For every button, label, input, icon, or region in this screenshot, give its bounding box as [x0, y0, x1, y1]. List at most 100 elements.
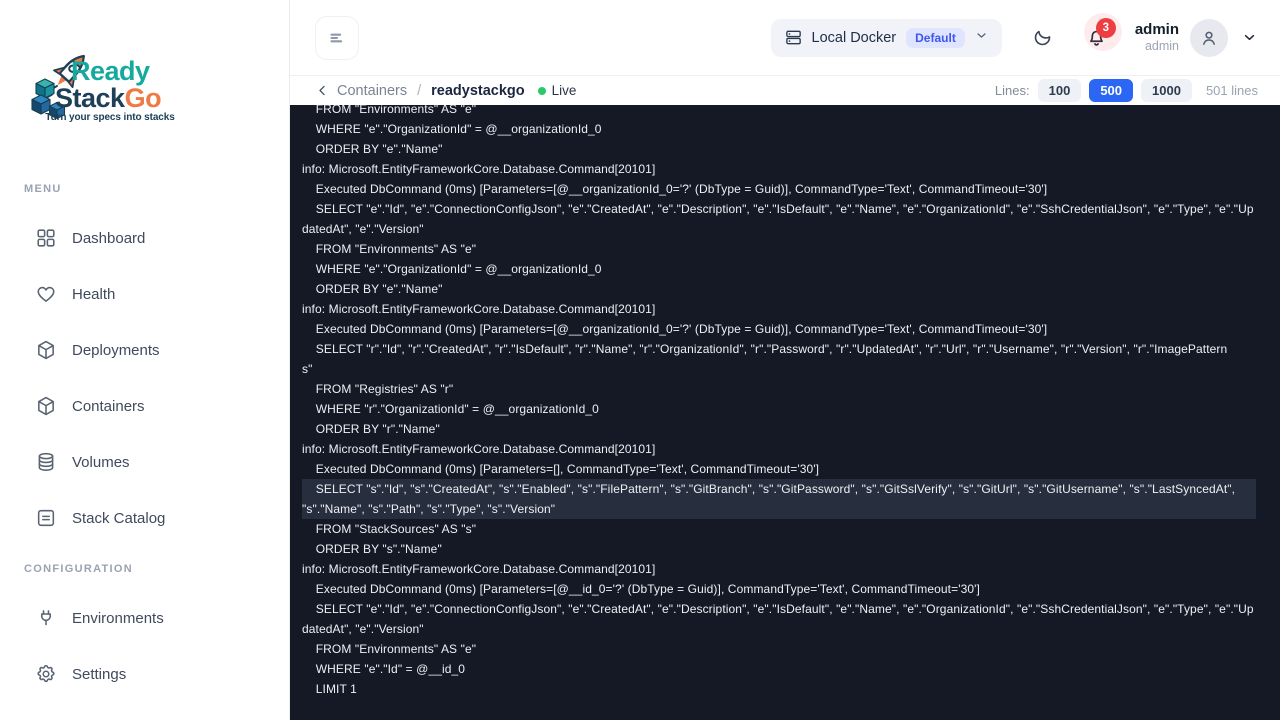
sidebar-item-label: Stack Catalog [72, 509, 166, 527]
sidebar-item-label: Containers [72, 397, 145, 415]
user-role: admin [1144, 39, 1179, 53]
log-line: info: Microsoft.EntityFrameworkCore.Data… [302, 162, 656, 176]
user-name: admin [1134, 21, 1179, 38]
log-line: FROM "Registries" AS "r" [302, 382, 454, 396]
sidebar-item-stack-catalog[interactable]: Stack Catalog [0, 490, 289, 546]
sidebar-section-label-menu: MENU [24, 183, 62, 195]
log-line: datedAt", "e"."Version" [302, 222, 424, 236]
log-line: SELECT "e"."Id", "e"."ConnectionConfigJs… [302, 602, 1254, 616]
brand-name-go: Go [124, 83, 162, 113]
log-line: Executed DbCommand (0ms) [Parameters=[],… [302, 462, 820, 476]
back-button[interactable] [315, 83, 330, 98]
log-line: FROM "Environments" AS "e" [302, 642, 477, 656]
sidebar-item-settings[interactable]: Settings [0, 646, 289, 702]
chevron-down-icon [974, 28, 989, 48]
chevron-down-icon [1244, 34, 1255, 41]
log-line: ORDER BY "e"."Name" [302, 142, 443, 156]
sidebar: Ready StackGo Turn your specs into stack… [0, 0, 290, 720]
notifications-button[interactable]: 3 [1083, 13, 1122, 51]
cube-icon [34, 394, 58, 418]
lines-selector: Lines: 100 500 1000 501 lines [995, 79, 1258, 102]
top-header: Local Docker Default 3 admin admin [290, 0, 1280, 76]
live-status-label: Live [551, 83, 577, 98]
sidebar-item-environments[interactable]: Environments [0, 590, 289, 646]
sidebar-item-label: Dashboard [72, 229, 146, 247]
lines-buttons: 100 500 1000 [1037, 79, 1192, 102]
gear-icon [34, 662, 58, 686]
plug-icon [34, 606, 58, 630]
log-line: ORDER BY "e"."Name" [302, 282, 443, 296]
database-icon [34, 450, 58, 474]
log-line: info: Microsoft.EntityFrameworkCore.Data… [302, 302, 656, 316]
sidebar-item-label: Health [72, 285, 116, 303]
brand-logo[interactable]: Ready StackGo Turn your specs into stack… [30, 42, 190, 130]
user-menu[interactable]: admin admin [1135, 21, 1179, 54]
avatar[interactable] [1190, 18, 1228, 57]
hamburger-icon [330, 33, 343, 42]
log-line: SELECT "r"."Id", "r"."CreatedAt", "r"."I… [302, 342, 1228, 356]
app-root: Ready StackGo Turn your specs into stack… [0, 0, 1280, 720]
environment-selector[interactable]: Local Docker Default [770, 18, 1002, 57]
server-icon [784, 28, 803, 47]
environment-default-badge: Default [906, 27, 965, 48]
sidebar-item-label: Deployments [72, 341, 160, 359]
log-line: FROM "Environments" AS "e" [302, 105, 477, 116]
lines-option-100[interactable]: 100 [1037, 79, 1082, 102]
user-menu-caret[interactable] [1241, 29, 1258, 46]
main-area: Local Docker Default 3 admin admin Conta… [290, 0, 1280, 720]
log-line: Executed DbCommand (0ms) [Parameters=[@_… [302, 182, 1048, 196]
sidebar-item-label: Environments [72, 609, 164, 627]
log-line: FROM "Environments" AS "e" [302, 242, 477, 256]
sidebar-item-label: Settings [72, 665, 127, 683]
log-line: WHERE "e"."OrganizationId" = @__organiza… [302, 262, 602, 276]
log-line: Executed DbCommand (0ms) [Parameters=[@_… [302, 582, 980, 596]
lines-total: 501 lines [1205, 83, 1258, 98]
notification-count-badge: 3 [1095, 18, 1116, 38]
lines-label: Lines: [994, 83, 1030, 98]
log-line: WHERE "e"."Id" = @__id_0 [302, 662, 466, 676]
sidebar-item-label: Volumes [72, 453, 130, 471]
breadcrumb-current: readystackgo [431, 82, 525, 99]
log-line: WHERE "e"."OrganizationId" = @__organiza… [302, 122, 602, 136]
catalog-icon [34, 506, 58, 530]
brand-tagline: Turn your specs into stacks [45, 112, 175, 123]
brand-name-stackgo: StackGo [55, 83, 162, 114]
log-line: LIMIT 1 [302, 682, 357, 696]
person-icon [1203, 31, 1215, 45]
environment-name: Local Docker [811, 29, 897, 46]
sidebar-toggle-button[interactable] [315, 15, 359, 60]
container-log-panel[interactable]: FROM "Environments" AS "e" WHERE "e"."Or… [290, 105, 1280, 720]
sidebar-item-deployments[interactable]: Deployments [0, 322, 289, 378]
log-line: WHERE "r"."OrganizationId" = @__organiza… [302, 402, 599, 416]
moon-icon [1034, 30, 1051, 46]
sidebar-item-dashboard[interactable]: Dashboard [0, 210, 289, 266]
log-line-highlighted: "s"."Name", "s"."Path", "s"."Type", "s".… [302, 499, 1256, 519]
log-scroll-area: FROM "Environments" AS "e" WHERE "e"."Or… [302, 105, 1256, 699]
dark-mode-toggle[interactable] [1032, 27, 1053, 48]
sidebar-nav: MENU Dashboard Health Deployments Containers… [0, 180, 289, 702]
log-line: info: Microsoft.EntityFrameworkCore.Data… [302, 442, 656, 456]
lines-option-1000[interactable]: 1000 [1141, 79, 1192, 102]
breadcrumb-parent[interactable]: Containers [337, 83, 407, 99]
log-line-highlighted: SELECT "s"."Id", "s"."CreatedAt", "s"."E… [302, 479, 1256, 499]
lines-option-500[interactable]: 500 [1089, 79, 1134, 102]
breadcrumb-toolbar: Containers / readystackgo Live Lines: 10… [290, 76, 1280, 105]
breadcrumb-separator: / [417, 82, 422, 99]
chevron-left-icon [319, 85, 325, 96]
live-status-dot [537, 86, 546, 95]
log-line: Executed DbCommand (0ms) [Parameters=[@_… [302, 322, 1048, 336]
sidebar-item-containers[interactable]: Containers [0, 378, 289, 434]
log-line: info: Microsoft.EntityFrameworkCore.Data… [302, 562, 656, 576]
log-line: SELECT "e"."Id", "e"."ConnectionConfigJs… [302, 202, 1254, 216]
log-line: ORDER BY "r"."Name" [302, 422, 440, 436]
sidebar-item-health[interactable]: Health [0, 266, 289, 322]
brand-name-stack: Stack [55, 83, 125, 113]
cube-icon [34, 338, 58, 362]
log-line: datedAt", "e"."Version" [302, 622, 424, 636]
log-line: FROM "StackSources" AS "s" [302, 522, 477, 536]
sidebar-item-volumes[interactable]: Volumes [0, 434, 289, 490]
header-right-cluster: Local Docker Default 3 admin admin [770, 13, 1258, 57]
log-line: ORDER BY "s"."Name" [302, 542, 442, 556]
sidebar-section-label-configuration: CONFIGURATION [24, 563, 133, 575]
log-line: s" [302, 362, 313, 376]
